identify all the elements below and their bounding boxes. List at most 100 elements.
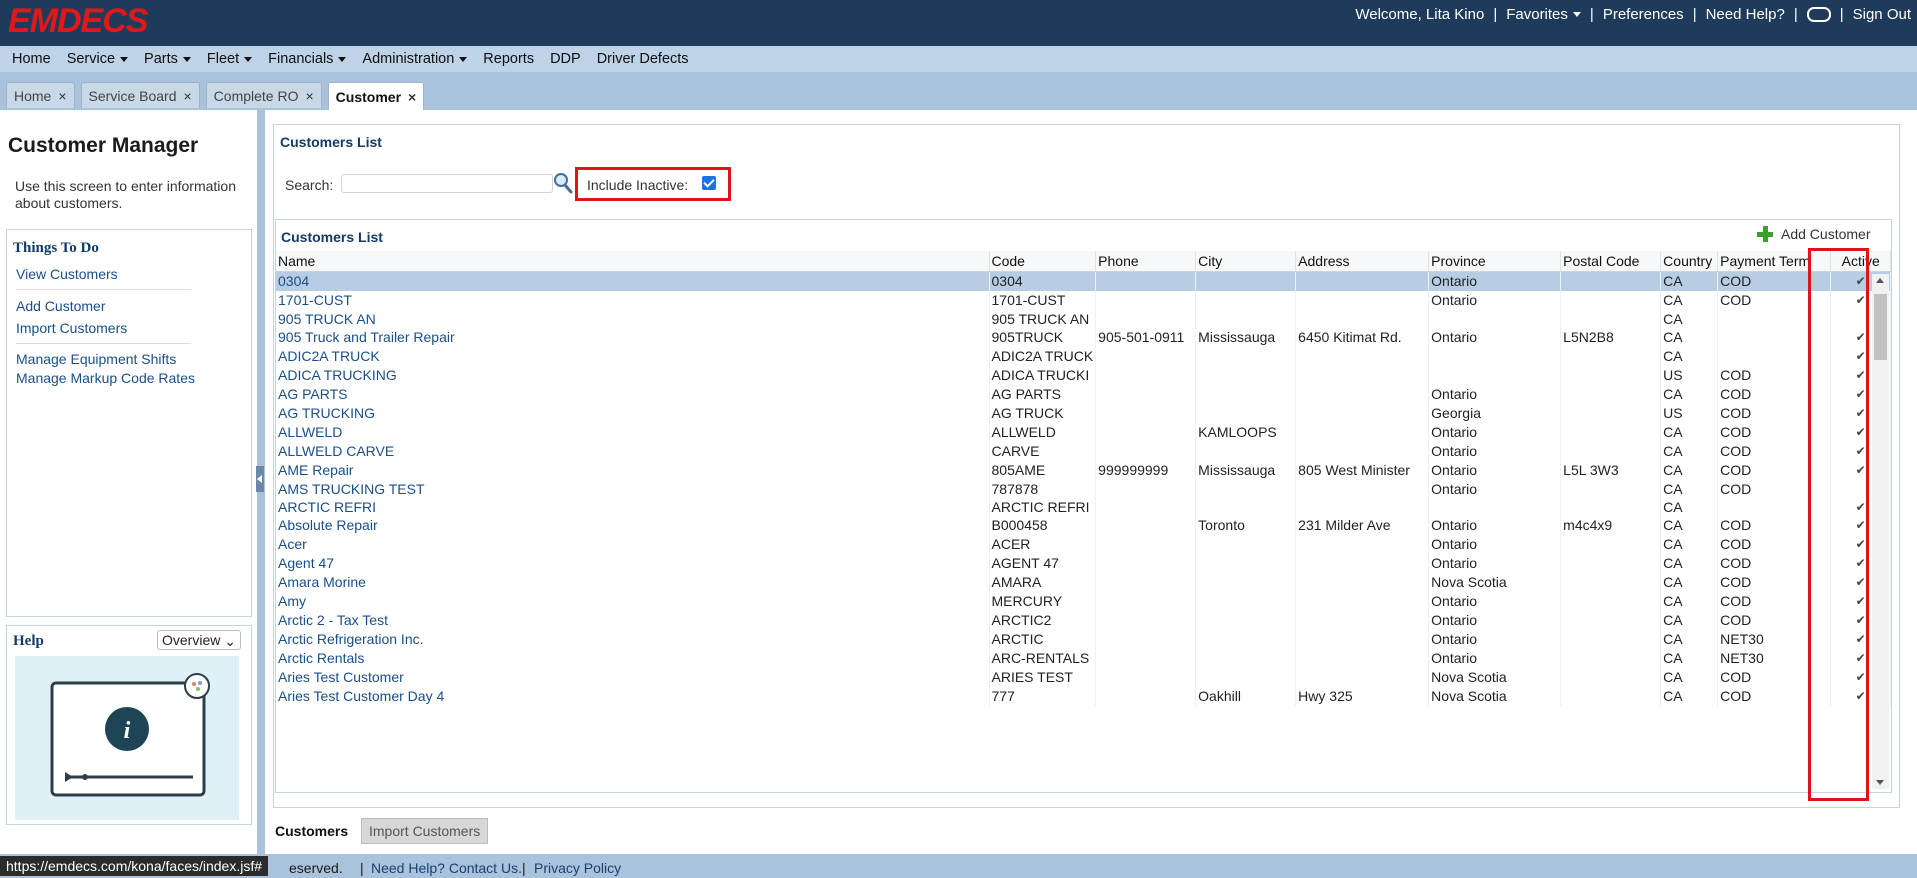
link-manage-markup-code-rates[interactable]: Manage Markup Code Rates <box>16 370 195 386</box>
brand-logo[interactable]: EMDECS <box>8 2 148 41</box>
table-row[interactable]: 905 Truck and Trailer Repair 905TRUCK 905-… <box>276 327 1892 347</box>
help-video-thumbnail[interactable]: i <box>15 656 239 820</box>
customer-name-link[interactable]: ARCTIC REFRI <box>276 497 990 516</box>
add-customer-button[interactable]: Add Customer <box>1757 226 1870 242</box>
menu-parts[interactable]: Parts <box>144 51 191 67</box>
sign-out-link[interactable]: Sign Out <box>1853 6 1911 23</box>
customer-name-link[interactable]: Amy <box>276 591 990 611</box>
close-icon[interactable]: × <box>183 88 191 104</box>
table-row[interactable]: Absolute Repair B000458 Toronto 231 Milder … <box>276 515 1892 535</box>
customer-name-link[interactable]: Aries Test Customer <box>276 667 990 687</box>
table-row[interactable]: 0304 0304 Ontario CA COD ✔ <box>276 271 1892 291</box>
customer-name-link[interactable]: ADIC2A TRUCK <box>276 346 990 366</box>
preferences-link[interactable]: Preferences <box>1603 6 1684 23</box>
menu-reports[interactable]: Reports <box>483 51 534 67</box>
customer-name-link[interactable]: Acer <box>276 534 990 554</box>
bottom-tab-import-customers[interactable]: Import Customers <box>361 818 489 844</box>
menu-ddp[interactable]: DDP <box>550 51 581 67</box>
customer-name-link[interactable]: Arctic 2 - Tax Test <box>276 610 990 630</box>
column-header[interactable]: Province <box>1428 251 1562 272</box>
customer-name-link[interactable]: Arctic Refrigeration Inc. <box>276 629 990 649</box>
column-header[interactable]: Postal Code <box>1560 251 1662 272</box>
table-row[interactable]: Arctic Refrigeration Inc. ARCTIC Ontario CA… <box>276 629 1892 649</box>
scroll-down-icon[interactable] <box>1876 780 1884 785</box>
bottom-tab-customers[interactable]: Customers <box>268 818 356 844</box>
table-row[interactable]: Arctic Rentals ARC-RENTALS Ontario CA NET30 ✔ <box>276 648 1892 668</box>
customer-name-link[interactable]: ADICA TRUCKING <box>276 365 990 385</box>
table-row[interactable]: AME Repair 805AME 999999999 Mississauga 805 … <box>276 460 1892 480</box>
table-row[interactable]: ARCTIC REFRI ARCTIC REFRI CA ✔ <box>276 497 1892 516</box>
toggle-icon[interactable] <box>1806 6 1831 22</box>
customer-name-link[interactable]: 1701-CUST <box>276 290 990 310</box>
section-title: Customers List <box>280 134 382 150</box>
menu-administration[interactable]: Administration <box>362 51 468 67</box>
help-link[interactable]: Need Help? <box>1706 6 1785 23</box>
menu-fleet[interactable]: Fleet <box>207 51 253 67</box>
link-manage-equipment-shifts[interactable]: Manage Equipment Shifts <box>16 351 176 367</box>
table-row[interactable]: Aries Test Customer ARIES TEST Nova Scotia… <box>276 667 1892 687</box>
footer-contact-link[interactable]: Need Help? Contact Us. <box>371 860 522 876</box>
favorites-menu[interactable]: Favorites <box>1506 6 1581 23</box>
table-row[interactable]: 1701-CUST 1701-CUST Ontario CA COD ✔ <box>276 290 1892 310</box>
tab-customer[interactable]: Customer × <box>327 82 425 110</box>
footer-privacy-link[interactable]: Privacy Policy <box>534 860 621 876</box>
column-header[interactable]: City <box>1195 251 1297 272</box>
customer-name-link[interactable]: Aries Test Customer Day 4 <box>276 686 990 706</box>
customer-name-link[interactable]: Agent 47 <box>276 553 990 573</box>
table-row[interactable]: ALLWELD ALLWELD KAMLOOPS Ontario CA COD ✔ <box>276 422 1892 442</box>
menu-financials[interactable]: Financials <box>268 51 347 67</box>
column-header[interactable]: Country <box>1660 251 1719 272</box>
customer-name-link[interactable]: ALLWELD CARVE <box>276 441 990 461</box>
scroll-up-icon[interactable] <box>1876 278 1884 283</box>
table-row[interactable]: Agent 47 AGENT 47 Ontario CA COD ✔ <box>276 553 1892 573</box>
search-icon[interactable] <box>553 172 573 194</box>
column-header[interactable]: Code <box>989 251 1097 272</box>
column-header[interactable]: Name <box>276 251 990 272</box>
column-header[interactable]: Phone <box>1095 251 1197 272</box>
help-topic-select[interactable]: Overview ⌄ <box>157 630 241 650</box>
table-row[interactable]: ALLWELD CARVE CARVE Ontario CA COD ✔ <box>276 441 1892 461</box>
scrollbar-thumb[interactable] <box>1874 294 1887 360</box>
close-icon[interactable]: × <box>305 88 313 104</box>
table-row[interactable]: Arctic 2 - Tax Test ARCTIC2 Ontario CA COD ✔ <box>276 610 1892 630</box>
customer-name-link[interactable]: 905 Truck and Trailer Repair <box>276 327 990 347</box>
link-add-customer[interactable]: Add Customer <box>16 298 105 314</box>
link-import-customers[interactable]: Import Customers <box>16 320 127 336</box>
close-icon[interactable]: × <box>408 89 416 105</box>
table-row[interactable]: ADIC2A TRUCK ADIC2A TRUCK CA ✔ <box>276 346 1892 366</box>
table-row[interactable]: Acer ACER Ontario CA COD ✔ <box>276 534 1892 554</box>
table-scrollbar[interactable] <box>1872 274 1889 789</box>
tab-home[interactable]: Home × <box>6 82 75 108</box>
table-row[interactable]: Amara Morine AMARA Nova Scotia CA COD ✔ <box>276 572 1892 592</box>
search-input[interactable] <box>341 174 553 193</box>
table-cell <box>1560 441 1662 461</box>
table-row[interactable]: Amy MERCURY Ontario CA COD ✔ <box>276 591 1892 611</box>
table-row[interactable]: AG TRUCKING AG TRUCK Georgia US COD ✔ <box>276 403 1892 423</box>
customer-name-link[interactable]: Amara Morine <box>276 572 990 592</box>
menu-driver-defects[interactable]: Driver Defects <box>597 51 689 67</box>
table-row[interactable]: Aries Test Customer Day 4 777 Oakhill Hwy 3… <box>276 686 1892 706</box>
link-view-customers[interactable]: View Customers <box>16 266 118 282</box>
customer-name-link[interactable]: Absolute Repair <box>276 515 990 535</box>
column-header[interactable]: Address <box>1295 251 1430 272</box>
customer-name-link[interactable]: AG PARTS <box>276 384 990 404</box>
tab-complete-ro[interactable]: Complete RO × <box>205 82 322 108</box>
table-row[interactable]: AG PARTS AG PARTS Ontario CA COD ✔ <box>276 384 1892 404</box>
things-to-do-panel: Things To Do View Customers Add Customer… <box>6 229 252 617</box>
menu-home[interactable]: Home <box>12 51 51 67</box>
panel-collapse-handle[interactable] <box>256 466 264 492</box>
customer-name-link[interactable]: AME Repair <box>276 460 990 480</box>
table-row[interactable]: 905 TRUCK AN 905 TRUCK AN CA <box>276 309 1892 328</box>
menu-service[interactable]: Service <box>67 51 129 67</box>
customer-name-link[interactable]: ALLWELD <box>276 422 990 442</box>
customer-name-link[interactable]: AG TRUCKING <box>276 403 990 423</box>
include-inactive-checkbox[interactable] <box>702 176 716 190</box>
customer-name-link[interactable]: 0304 <box>276 271 990 291</box>
customer-name-link[interactable]: Arctic Rentals <box>276 648 990 668</box>
table-row[interactable]: AMS TRUCKING TEST 787878 Ontario CA COD <box>276 479 1892 498</box>
tab-service-board[interactable]: Service Board × <box>80 82 200 108</box>
customer-name-link[interactable]: 905 TRUCK AN <box>276 309 990 328</box>
table-row[interactable]: ADICA TRUCKING ADICA TRUCKI US COD ✔ <box>276 365 1892 385</box>
customer-name-link[interactable]: AMS TRUCKING TEST <box>276 479 990 498</box>
close-icon[interactable]: × <box>58 88 66 104</box>
